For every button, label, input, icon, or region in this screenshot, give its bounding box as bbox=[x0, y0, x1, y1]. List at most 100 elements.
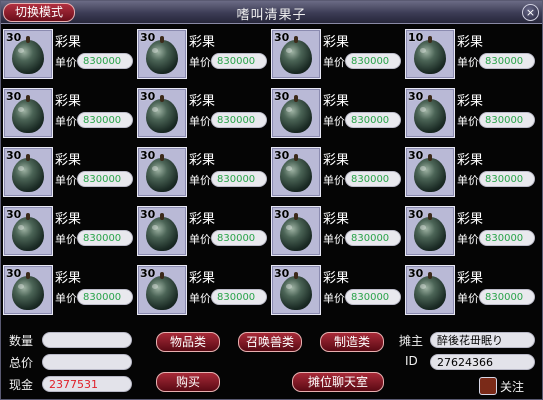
close-button[interactable]: × bbox=[522, 4, 539, 21]
item-quantity: 30 bbox=[408, 149, 424, 162]
item-name: 彩果 bbox=[55, 153, 82, 168]
stall-item-slot[interactable]: 30 彩果 单价 830000 bbox=[405, 147, 539, 205]
item-name: 彩果 bbox=[189, 153, 216, 168]
fruit-icon bbox=[146, 272, 178, 310]
item-icon-box[interactable]: 30 bbox=[3, 29, 53, 79]
stall-item-slot[interactable]: 30 彩果 单价 830000 bbox=[3, 88, 137, 146]
unit-price-field: 830000 bbox=[479, 112, 535, 128]
unit-price-label: 单价 bbox=[323, 174, 345, 187]
item-name: 彩果 bbox=[55, 212, 82, 227]
unit-price-field: 830000 bbox=[77, 289, 133, 305]
total-price-field bbox=[42, 354, 132, 370]
unit-price-field: 830000 bbox=[77, 53, 133, 69]
item-icon-box[interactable]: 30 bbox=[405, 265, 455, 315]
item-quantity: 10 bbox=[408, 31, 424, 44]
item-name: 彩果 bbox=[457, 94, 484, 109]
follow-checkbox[interactable] bbox=[479, 377, 497, 395]
stall-item-slot[interactable]: 30 彩果 单价 830000 bbox=[137, 206, 271, 264]
item-name: 彩果 bbox=[323, 35, 350, 50]
item-icon-box[interactable]: 30 bbox=[405, 206, 455, 256]
item-quantity: 30 bbox=[140, 31, 156, 44]
item-quantity: 30 bbox=[140, 267, 156, 280]
unit-price-field: 830000 bbox=[211, 289, 267, 305]
unit-price-field: 830000 bbox=[211, 53, 267, 69]
close-icon: × bbox=[525, 6, 536, 19]
item-name: 彩果 bbox=[55, 94, 82, 109]
item-icon-box[interactable]: 30 bbox=[271, 265, 321, 315]
stall-item-slot[interactable]: 30 彩果 单价 830000 bbox=[405, 88, 539, 146]
stall-item-slot[interactable]: 30 彩果 单价 830000 bbox=[271, 29, 405, 87]
item-name: 彩果 bbox=[457, 271, 484, 286]
item-icon-box[interactable]: 30 bbox=[3, 206, 53, 256]
item-icon-box[interactable]: 30 bbox=[137, 88, 187, 138]
item-icon-box[interactable]: 30 bbox=[3, 265, 53, 315]
quantity-input[interactable] bbox=[42, 332, 132, 348]
items-category-button[interactable]: 物品类 bbox=[156, 332, 220, 352]
item-icon-box[interactable]: 30 bbox=[3, 88, 53, 138]
item-icon-box[interactable]: 30 bbox=[137, 265, 187, 315]
unit-price-label: 单价 bbox=[457, 292, 479, 305]
unit-price-label: 单价 bbox=[55, 292, 77, 305]
pets-category-button[interactable]: 召唤兽类 bbox=[238, 332, 302, 352]
owner-name-field: 醉後花毌眠り bbox=[430, 332, 535, 348]
unit-price-label: 单价 bbox=[457, 174, 479, 187]
fruit-icon bbox=[146, 154, 178, 192]
item-name: 彩果 bbox=[457, 35, 484, 50]
unit-price-label: 单价 bbox=[55, 56, 77, 69]
item-quantity: 30 bbox=[6, 90, 22, 103]
stall-chat-button[interactable]: 摊位聊天室 bbox=[292, 372, 384, 392]
unit-price-field: 830000 bbox=[479, 289, 535, 305]
item-name: 彩果 bbox=[323, 94, 350, 109]
window-title: 嗜叫清果子 bbox=[236, 8, 307, 23]
fruit-icon bbox=[12, 213, 44, 251]
item-icon-box[interactable]: 30 bbox=[3, 147, 53, 197]
unit-price-label: 单价 bbox=[55, 174, 77, 187]
fruit-icon bbox=[414, 36, 446, 74]
item-icon-box[interactable]: 30 bbox=[271, 147, 321, 197]
buy-button[interactable]: 购买 bbox=[156, 372, 220, 392]
item-quantity: 30 bbox=[6, 208, 22, 221]
item-icon-box[interactable]: 30 bbox=[405, 88, 455, 138]
id-field: 27624366 bbox=[430, 354, 535, 370]
crafting-category-button[interactable]: 制造类 bbox=[320, 332, 384, 352]
stall-item-slot[interactable]: 30 彩果 单价 830000 bbox=[405, 206, 539, 264]
item-quantity: 30 bbox=[408, 267, 424, 280]
stall-item-slot[interactable]: 30 彩果 单价 830000 bbox=[3, 206, 137, 264]
item-icon-box[interactable]: 30 bbox=[137, 147, 187, 197]
stall-item-slot[interactable]: 30 彩果 单价 830000 bbox=[271, 265, 405, 323]
fruit-icon bbox=[12, 36, 44, 74]
unit-price-label: 单价 bbox=[189, 292, 211, 305]
item-icon-box[interactable]: 10 bbox=[405, 29, 455, 79]
fruit-icon bbox=[414, 213, 446, 251]
item-quantity: 30 bbox=[140, 149, 156, 162]
stall-item-slot[interactable]: 30 彩果 单价 830000 bbox=[137, 88, 271, 146]
unit-price-field: 830000 bbox=[211, 230, 267, 246]
item-name: 彩果 bbox=[323, 271, 350, 286]
fruit-icon bbox=[12, 272, 44, 310]
item-icon-box[interactable]: 30 bbox=[271, 29, 321, 79]
stall-item-slot[interactable]: 30 彩果 单价 830000 bbox=[137, 29, 271, 87]
fruit-icon bbox=[414, 95, 446, 133]
stall-item-slot[interactable]: 10 彩果 单价 830000 bbox=[405, 29, 539, 87]
stall-item-slot[interactable]: 30 彩果单价 830000 bbox=[137, 147, 271, 205]
item-icon-box[interactable]: 30 bbox=[271, 88, 321, 138]
stall-item-slot[interactable]: 30 彩果 单价 830000 bbox=[271, 206, 405, 264]
stall-item-slot[interactable]: 30 彩果 单价 830000 bbox=[3, 147, 137, 205]
item-icon-box[interactable]: 30 bbox=[137, 206, 187, 256]
unit-price-label: 单价 bbox=[323, 115, 345, 128]
unit-price-field: 830000 bbox=[345, 171, 401, 187]
stall-item-slot[interactable]: 30 彩果 单价 830000 bbox=[3, 265, 137, 323]
item-quantity: 30 bbox=[408, 90, 424, 103]
stall-item-slot[interactable]: 30 彩果 单价 830000 bbox=[137, 265, 271, 323]
stall-item-slot[interactable]: 30 彩果 单价 830000 bbox=[271, 88, 405, 146]
unit-price-label: 单价 bbox=[189, 174, 211, 187]
item-icon-box[interactable]: 30 bbox=[405, 147, 455, 197]
stall-item-slot[interactable]: 30 彩果单价 830000 bbox=[405, 265, 539, 323]
unit-price-field: 830000 bbox=[211, 171, 267, 187]
item-icon-box[interactable]: 30 bbox=[137, 29, 187, 79]
stall-item-slot[interactable]: 30 彩果 单价 830000 bbox=[3, 29, 137, 87]
item-quantity: 30 bbox=[274, 149, 290, 162]
item-icon-box[interactable]: 30 bbox=[271, 206, 321, 256]
item-quantity: 30 bbox=[274, 31, 290, 44]
stall-item-slot[interactable]: 30 彩果 单价 830000 bbox=[271, 147, 405, 205]
